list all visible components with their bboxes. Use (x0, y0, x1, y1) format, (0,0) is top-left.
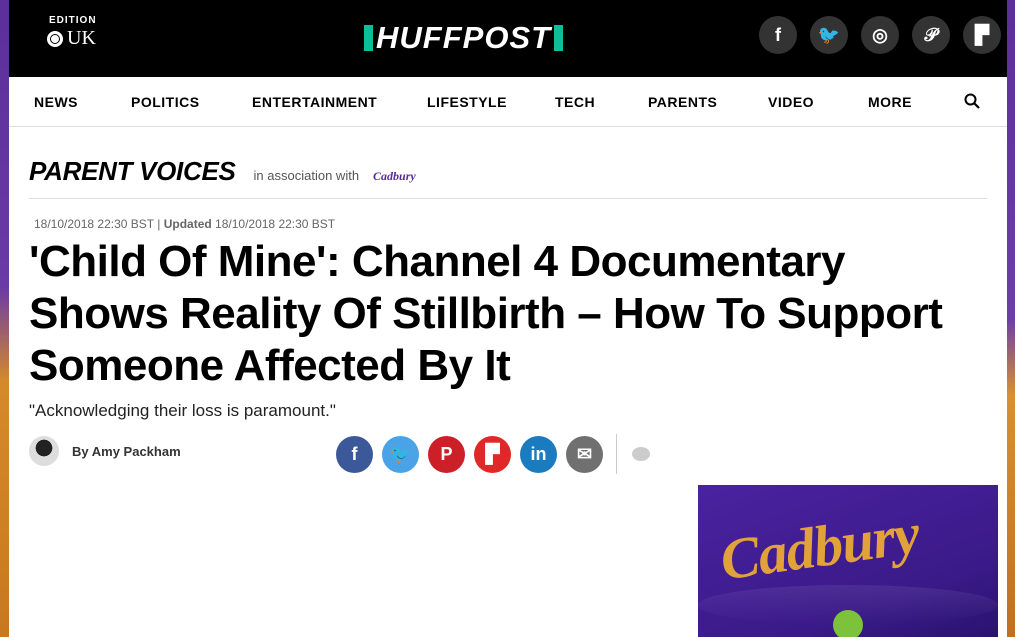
nav-item-entertainment[interactable]: ENTERTAINMENT (252, 94, 377, 110)
nav-item-more[interactable]: MORE (868, 94, 912, 110)
share-twitter-button[interactable]: 🐦 (382, 435, 419, 473)
globe-icon (47, 30, 63, 47)
logo-bar-right (554, 24, 564, 51)
share-facebook-button[interactable]: f (336, 435, 373, 473)
background-left (0, 0, 9, 637)
search-icon[interactable] (964, 93, 980, 109)
nav-item-lifestyle[interactable]: LIFESTYLE (427, 94, 507, 110)
comment-icon[interactable] (632, 447, 650, 461)
timestamp: 18/10/2018 22:30 BST | Updated 18/10/201… (34, 217, 335, 231)
edition-value[interactable]: UK (47, 27, 97, 50)
huffpost-logo[interactable]: HUFFPOST (364, 20, 564, 55)
nav-item-parents[interactable]: PARENTS (648, 94, 717, 110)
share-email-button[interactable]: ✉ (566, 435, 603, 473)
share-linkedin-button[interactable]: in (520, 435, 557, 473)
pinterest-icon[interactable]: 𝒫 (912, 16, 950, 54)
author-name[interactable]: By Amy Packham (72, 444, 181, 459)
cadbury-logo: Cadbury (716, 500, 923, 593)
updated-time: 18/10/2018 22:30 BST (215, 217, 336, 231)
edition-name: UK (67, 27, 96, 49)
share-bar: f 🐦 P ▛ in ✉ (336, 434, 650, 474)
logo-bar-left (364, 24, 373, 51)
edition-label: EDITION (49, 15, 97, 26)
published-time: 18/10/2018 22:30 BST (34, 217, 154, 231)
association-label: in association with (253, 168, 360, 183)
updated-label: Updated (163, 217, 212, 231)
share-flipboard-button[interactable]: ▛ (474, 435, 511, 473)
top-bar: EDITION UK HUFFPOST f 🐦 ◎ 𝒫 ▛ (9, 0, 1007, 77)
nav-item-politics[interactable]: POLITICS (131, 94, 200, 110)
nav-item-video[interactable]: VIDEO (768, 94, 814, 110)
social-links: f 🐦 ◎ 𝒫 ▛ (759, 16, 1001, 54)
timestamp-separator: | (157, 217, 161, 231)
article-headline: 'Child Of Mine': Channel 4 Documentary S… (29, 237, 943, 390)
edition-selector[interactable]: EDITION UK (47, 15, 97, 50)
advertisement[interactable]: Cadbury (698, 485, 998, 637)
main-nav: NEWS POLITICS ENTERTAINMENT LIFESTYLE TE… (9, 77, 1007, 127)
facebook-icon[interactable]: f (759, 16, 797, 54)
sponsor-logo[interactable]: Cadbury (373, 169, 416, 184)
section-header: PARENT VOICES in association with Cadbur… (29, 156, 416, 187)
author-avatar[interactable] (29, 436, 59, 466)
twitter-icon[interactable]: 🐦 (810, 16, 848, 54)
share-pinterest-button[interactable]: P (428, 435, 465, 473)
page: EDITION UK HUFFPOST f 🐦 ◎ 𝒫 ▛ NEWS POLIT… (9, 0, 1007, 637)
ad-decoration (833, 610, 863, 637)
article-subhead: "Acknowledging their loss is paramount." (29, 401, 336, 420)
byline: By Amy Packham (29, 436, 181, 466)
share-divider (616, 434, 617, 474)
nav-item-tech[interactable]: TECH (555, 94, 595, 110)
logo-text: HUFFPOST (376, 20, 552, 55)
background-right (1007, 0, 1015, 637)
flipboard-icon[interactable]: ▛ (963, 16, 1001, 54)
instagram-icon[interactable]: ◎ (861, 16, 899, 54)
section-title[interactable]: PARENT VOICES (29, 156, 236, 187)
section-divider (29, 198, 987, 199)
nav-item-news[interactable]: NEWS (34, 94, 78, 110)
